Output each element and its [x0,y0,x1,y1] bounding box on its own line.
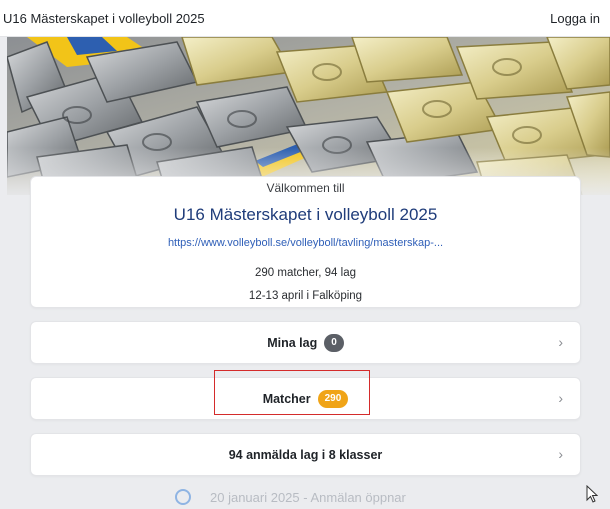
my-teams-row[interactable]: Mina lag 0 › [30,321,581,364]
chevron-right-icon: › [558,390,563,406]
event-date-place: 12-13 april i Falköping [248,290,363,302]
timeline-item: 20 januari 2025 - Anmälan öppnar [175,489,406,505]
timeline-circle-icon [175,489,191,505]
my-teams-label: Mina lag [267,335,318,350]
medals-illustration [7,37,610,195]
welcome-text: Välkommen till [266,181,345,195]
app-title: U16 Mästerskapet i volleyboll 2025 [3,11,205,26]
hero-image-medals [7,37,610,195]
event-info-card: Välkommen till U16 Mästerskapet i volley… [30,176,581,308]
event-title: U16 Mästerskapet i volleyboll 2025 [173,205,438,224]
event-stats: 290 matcher, 94 lag [254,267,356,279]
login-link[interactable]: Logga in [550,11,600,26]
event-url-link[interactable]: https://www.volleyboll.se/volleyboll/tav… [31,237,580,249]
registered-teams-row[interactable]: 94 anmälda lag i 8 klasser › [30,433,581,476]
mouse-pointer-icon [586,485,598,503]
chevron-right-icon: › [558,446,563,462]
chevron-right-icon: › [558,334,563,350]
highlight-box [214,370,370,415]
top-bar: U16 Mästerskapet i volleyboll 2025 Logga… [0,0,610,37]
my-teams-count-badge: 0 [324,333,344,352]
registered-teams-label: 94 anmälda lag i 8 klasser [228,447,383,462]
timeline-text: 20 januari 2025 - Anmälan öppnar [210,489,406,505]
